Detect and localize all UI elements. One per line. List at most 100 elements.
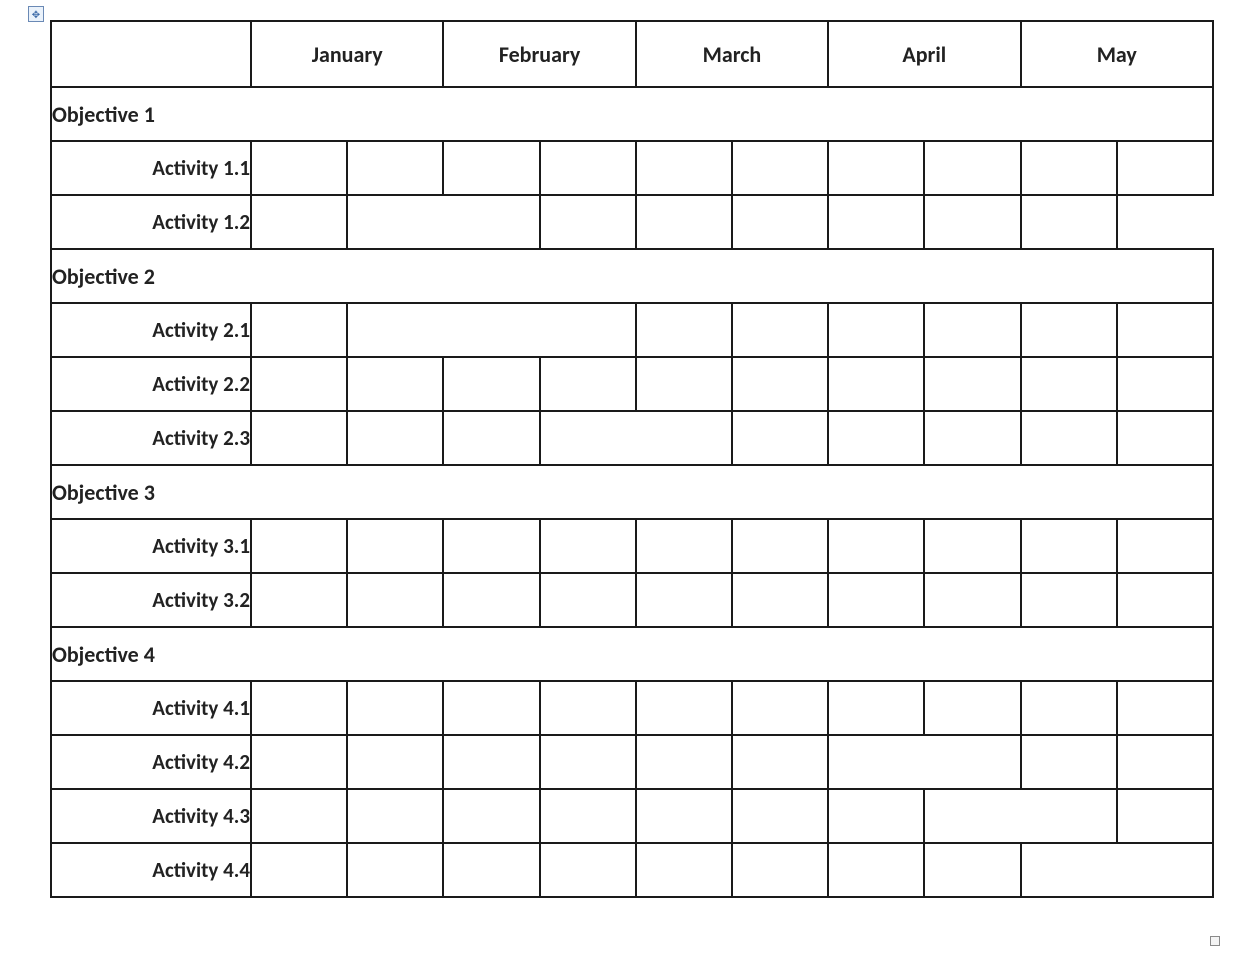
gantt-cell [540,843,636,897]
gantt-cell [636,843,732,897]
gantt-bar-segment [636,519,732,573]
gantt-bar-segment [924,789,1020,843]
gantt-cell [828,141,924,195]
activity-label: Activity 1.2 [51,195,251,249]
activity-row: Activity 2.3 [51,411,1213,465]
gantt-cell [1021,411,1117,465]
gantt-cell [636,357,732,411]
gantt-cell [636,141,732,195]
gantt-cell [636,735,732,789]
gantt-cell [443,357,539,411]
month-header: January [251,21,443,87]
gantt-cell [924,411,1020,465]
gantt-cell [636,303,732,357]
gantt-bar-segment [1021,843,1117,897]
gantt-bar-segment [540,303,636,357]
gantt-cell [828,411,924,465]
gantt-bar-segment [251,141,347,195]
activity-label: Activity 1.1 [51,141,251,195]
section-row: Objective 2 [51,249,1213,303]
gantt-cell [924,573,1020,627]
gantt-cell [540,141,636,195]
gantt-cell [828,573,924,627]
activity-row: Activity 2.2 [51,357,1213,411]
gantt-cell [347,141,443,195]
gantt-cell [732,357,828,411]
activity-row: Activity 4.4 [51,843,1213,897]
month-header: March [636,21,828,87]
gantt-cell [924,357,1020,411]
gantt-bar-segment [443,303,539,357]
gantt-cell [540,195,636,249]
gantt-cell [1021,735,1117,789]
gantt-cell [347,357,443,411]
gantt-cell [732,789,828,843]
month-header: April [828,21,1020,87]
gantt-cell [732,411,828,465]
gantt-cell [347,573,443,627]
gantt-bar-segment [636,411,732,465]
activity-row: Activity 1.1 [51,141,1213,195]
gantt-bar-segment [347,303,443,357]
gantt-cell [1021,303,1117,357]
gantt-cell [828,303,924,357]
gantt-bar-segment [924,735,1020,789]
header-row: January February March April May [51,21,1213,87]
gantt-cell [540,789,636,843]
gantt-cell [636,681,732,735]
section-title: Objective 3 [51,465,1213,519]
activity-label: Activity 4.3 [51,789,251,843]
gantt-cell [1117,141,1213,195]
gantt-cell [924,195,1020,249]
table-resize-handle-icon[interactable] [1210,936,1220,946]
month-header: May [1021,21,1214,87]
activity-label: Activity 3.2 [51,573,251,627]
gantt-cell [1117,357,1213,411]
gantt-cell [1117,195,1213,249]
gantt-cell [540,519,636,573]
gantt-cell [347,411,443,465]
gantt-cell [1117,411,1213,465]
gantt-bar-segment [732,681,828,735]
gantt-cell [540,735,636,789]
section-row: Objective 4 [51,627,1213,681]
activity-row: Activity 3.1 [51,519,1213,573]
month-header: February [443,21,635,87]
gantt-cell [924,843,1020,897]
activity-row: Activity 3.2 [51,573,1213,627]
gantt-bar-segment [443,195,539,249]
gantt-cell [732,519,828,573]
gantt-cell [828,843,924,897]
section-title: Objective 1 [51,87,1213,141]
gantt-cell [1021,519,1117,573]
gantt-cell [251,357,347,411]
gantt-cell [251,789,347,843]
gantt-cell [251,573,347,627]
gantt-cell [443,735,539,789]
gantt-cell [443,843,539,897]
section-row: Objective 1 [51,87,1213,141]
gantt-cell [347,843,443,897]
gantt-cell [443,519,539,573]
gantt-cell [828,519,924,573]
gantt-cell [732,141,828,195]
gantt-cell [636,573,732,627]
gantt-bar-segment [732,573,828,627]
activity-label: Activity 2.1 [51,303,251,357]
gantt-cell [251,735,347,789]
gantt-cell [347,735,443,789]
gantt-cell [251,681,347,735]
gantt-cell [251,411,347,465]
gantt-cell [732,843,828,897]
gantt-bar-segment [828,735,924,789]
gantt-cell [924,303,1020,357]
gantt-cell [443,411,539,465]
gantt-bar-segment [540,411,636,465]
activity-row: Activity 4.1 [51,681,1213,735]
gantt-cell [540,573,636,627]
table-move-handle-icon[interactable]: ✥ [28,6,44,22]
gantt-cell [443,141,539,195]
gantt-cell [347,681,443,735]
gantt-cell [540,681,636,735]
gantt-cell [924,519,1020,573]
